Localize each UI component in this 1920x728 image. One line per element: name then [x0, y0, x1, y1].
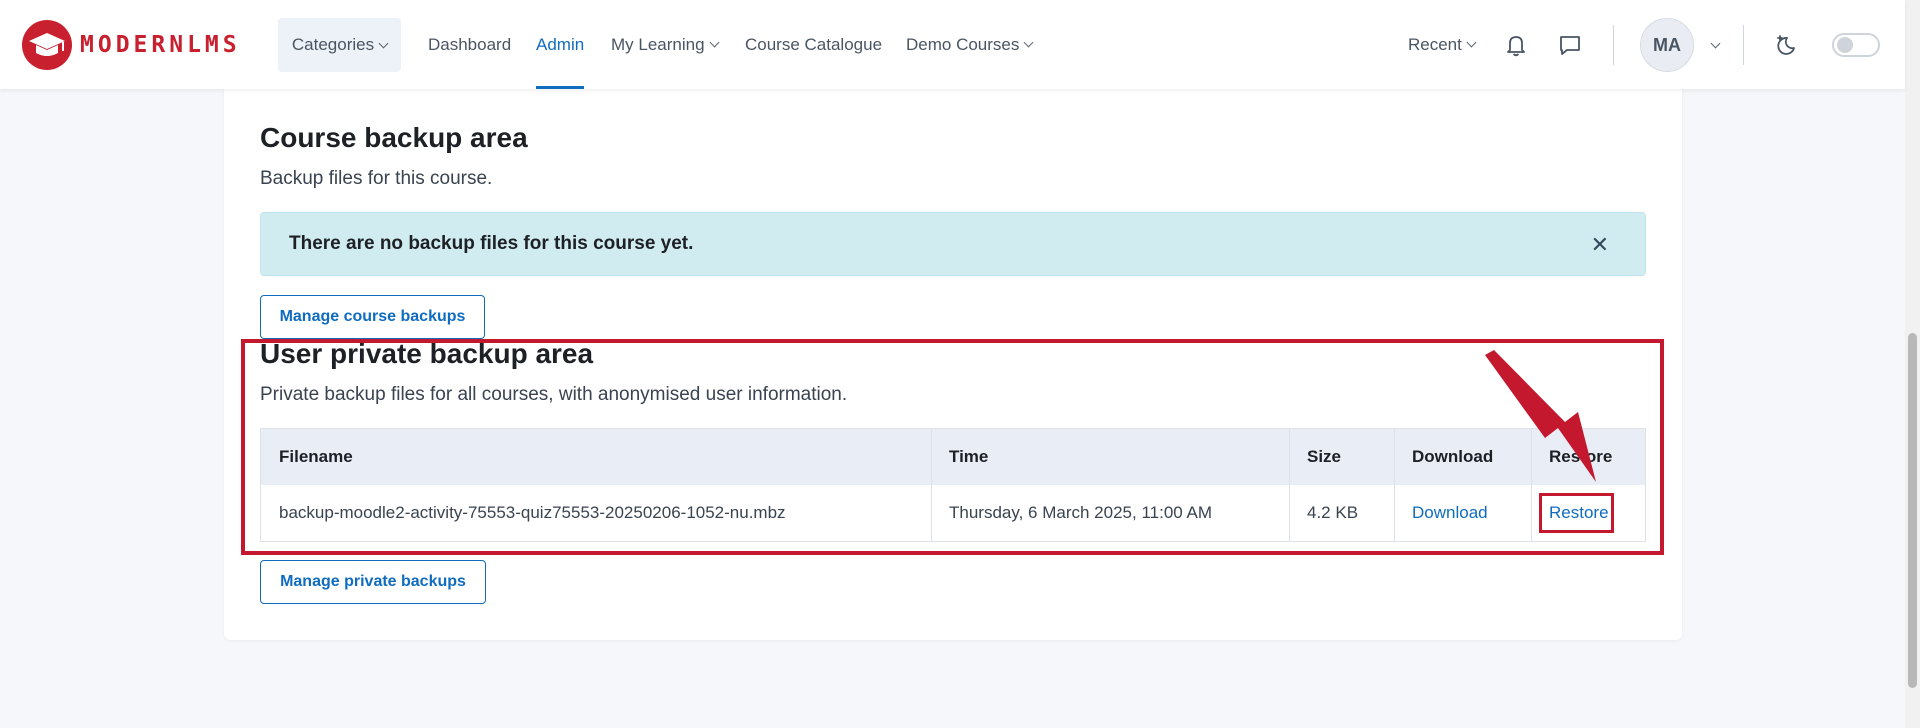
- nav-my-learning[interactable]: My Learning: [611, 0, 720, 89]
- arrow-annotation-icon: [1485, 350, 1596, 482]
- nav-categories-label: Categories: [291, 35, 375, 54]
- nav-course-catalogue[interactable]: Course Catalogue: [745, 0, 882, 89]
- course-backup-description: Backup files for this course.: [260, 168, 493, 189]
- chevron-down-icon: [1466, 37, 1477, 48]
- nav-admin-label: Admin: [536, 34, 585, 54]
- chevron-down-icon: [1710, 38, 1721, 49]
- manage-private-backups-label: Manage private backups: [280, 573, 466, 590]
- avatar-initials: MA: [1653, 34, 1681, 55]
- logo-icon: [22, 20, 72, 70]
- theme-toggle[interactable]: [1832, 33, 1880, 57]
- manage-private-backups-button[interactable]: Manage private backups: [260, 560, 486, 604]
- scrollbar-thumb[interactable]: [1908, 333, 1917, 688]
- chevron-down-icon: [378, 38, 389, 48]
- nav-dashboard-label: Dashboard: [428, 34, 512, 54]
- no-backups-alert: There are no backup files for this cours…: [260, 212, 1646, 276]
- dark-mode-icon[interactable]: [1775, 32, 1801, 58]
- chat-icon[interactable]: [1557, 32, 1583, 58]
- manage-course-backups-button[interactable]: Manage course backups: [260, 295, 485, 339]
- nav-recent-label: Recent: [1408, 34, 1462, 54]
- course-backup-title: Course backup area: [260, 122, 528, 153]
- logo-text: MODERNLMS: [80, 32, 241, 58]
- close-icon[interactable]: ✕: [1591, 234, 1609, 256]
- nav-demo-courses-label: Demo Courses: [906, 34, 1020, 54]
- page-scrollbar[interactable]: [1905, 0, 1920, 728]
- nav-course-catalogue-label: Course Catalogue: [745, 34, 883, 54]
- nav-admin[interactable]: Admin: [536, 0, 585, 89]
- bell-icon[interactable]: [1503, 32, 1529, 58]
- nav-my-learning-label: My Learning: [611, 34, 705, 54]
- highlight-private-backup-area: [241, 339, 1664, 555]
- manage-course-backups-label: Manage course backups: [279, 308, 466, 325]
- highlight-restore-link: [1539, 493, 1614, 533]
- chevron-down-icon: [709, 37, 720, 48]
- nav-categories[interactable]: Categories: [278, 18, 401, 72]
- navbar-divider: [1743, 25, 1744, 65]
- nav-recent[interactable]: Recent: [1408, 0, 1477, 89]
- site-logo[interactable]: MODERNLMS: [22, 20, 241, 70]
- top-navbar: MODERNLMS Categories Dashboard Admin My …: [0, 0, 1905, 89]
- nav-dashboard[interactable]: Dashboard: [428, 0, 511, 89]
- chevron-down-icon: [1023, 37, 1034, 48]
- alert-text: There are no backup files for this cours…: [289, 233, 694, 254]
- navbar-divider: [1613, 25, 1614, 65]
- avatar[interactable]: MA: [1640, 18, 1694, 72]
- user-menu-chevron[interactable]: [1706, 34, 1721, 52]
- nav-demo-courses[interactable]: Demo Courses: [906, 0, 1034, 89]
